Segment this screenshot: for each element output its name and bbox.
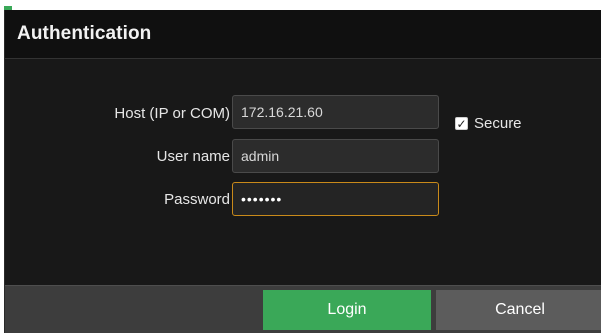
username-value: admin	[241, 148, 280, 164]
host-value: 172.16.21.60	[241, 104, 323, 120]
username-input[interactable]: admin	[232, 139, 439, 173]
screen: Authentication Host (IP or COM) 172.16.2…	[0, 0, 601, 333]
cancel-button[interactable]: Cancel	[436, 290, 601, 330]
secure-label: Secure	[474, 115, 522, 132]
secure-checkbox[interactable]: ✓	[455, 117, 468, 130]
password-label: Password	[164, 191, 230, 208]
dialog-title: Authentication	[17, 23, 152, 44]
password-masked-value: •••••••	[241, 191, 283, 207]
password-input[interactable]: •••••••	[232, 182, 439, 216]
dialog-footer: Login Cancel	[5, 285, 601, 333]
authentication-dialog: Authentication Host (IP or COM) 172.16.2…	[4, 10, 601, 333]
host-input[interactable]: 172.16.21.60	[232, 95, 439, 129]
login-button[interactable]: Login	[263, 290, 431, 330]
username-label: User name	[156, 148, 230, 165]
dialog-titlebar: Authentication	[5, 10, 601, 59]
secure-checkbox-wrap[interactable]: ✓ Secure	[455, 115, 522, 132]
host-label: Host (IP or COM)	[114, 105, 230, 122]
